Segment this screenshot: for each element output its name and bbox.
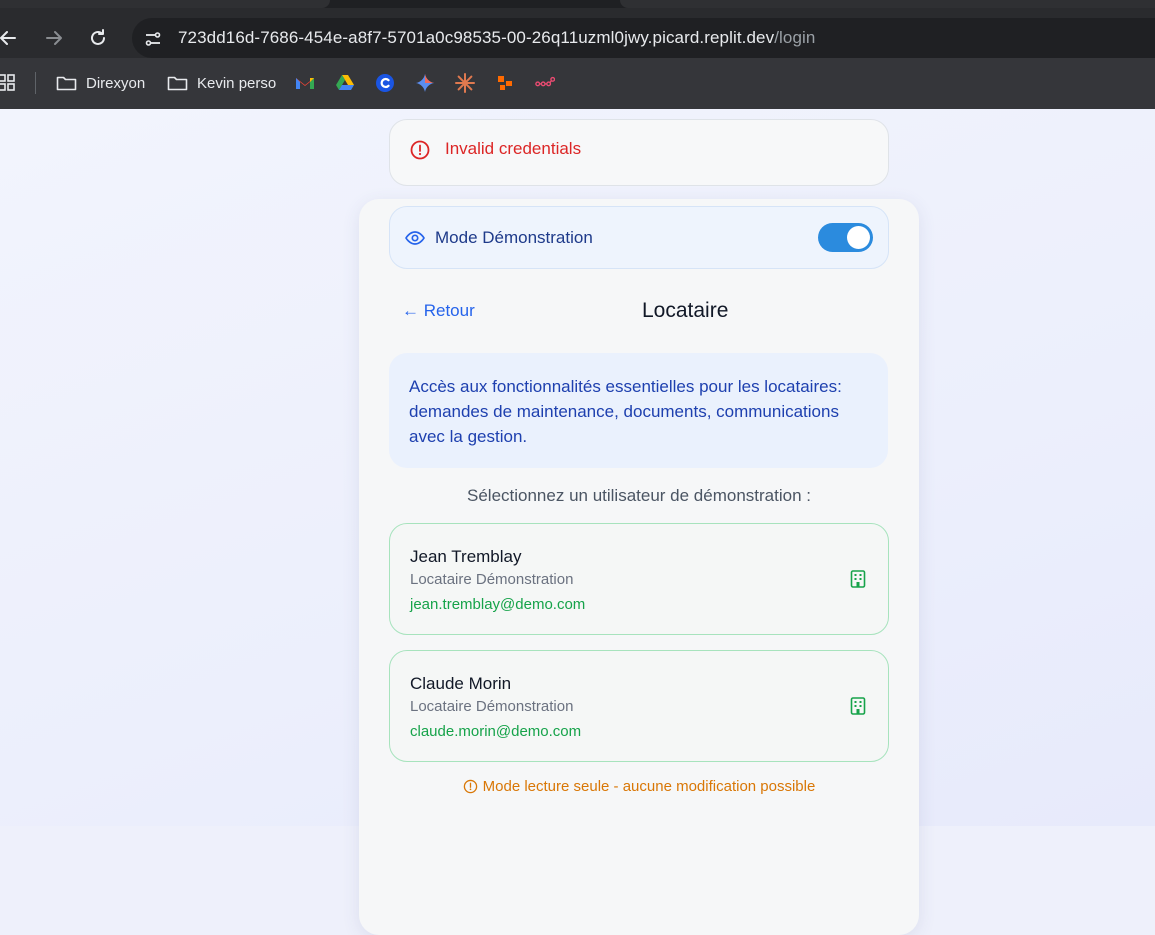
gemini-icon[interactable] [415, 73, 435, 93]
browser-tab[interactable] [620, 0, 1155, 8]
site-info-icon[interactable] [140, 26, 166, 52]
forward-arrow-icon[interactable] [42, 26, 66, 50]
bookmark-label: Kevin perso [197, 74, 277, 92]
browser-tab[interactable] [0, 0, 330, 8]
read-only-notice: Mode lecture seule - aucune modification… [389, 778, 889, 795]
folder-icon [167, 76, 188, 91]
select-user-prompt: Sélectionnez un utilisateur de démonstra… [467, 486, 811, 505]
demo-user-card[interactable]: Jean Tremblay Locataire Démonstration je… [389, 523, 889, 635]
zapier-icon[interactable] [495, 73, 515, 93]
eye-icon [405, 231, 425, 245]
url-path: /login [774, 28, 816, 47]
gmail-icon[interactable] [295, 73, 315, 93]
read-only-text: Mode lecture seule - aucune modification… [482, 778, 816, 795]
back-link[interactable]: ← Retour [402, 301, 475, 321]
user-email: claude.morin@demo.com [410, 723, 582, 740]
demo-user-card[interactable]: Claude Morin Locataire Démonstration cla… [389, 650, 889, 762]
warning-circle-icon [463, 779, 477, 794]
url-host: 723dd16d-7686-454e-a8f7-5701a0c98535-00-… [178, 28, 775, 47]
demo-mode-label: Mode Démonstration [435, 228, 593, 247]
n8n-icon[interactable] [535, 73, 555, 93]
role-description: Accès aux fonctionnalités essentielles p… [409, 377, 842, 446]
user-role: Locataire Démonstration [410, 571, 574, 588]
user-email: jean.tremblay@demo.com [410, 596, 586, 613]
alert-circle-icon [410, 140, 430, 160]
bookmark-folder-kevin-perso[interactable]: Kevin perso [167, 71, 276, 95]
claude-icon[interactable] [455, 73, 475, 93]
bookmark-label: Direxyon [86, 74, 146, 92]
user-name: Claude Morin [410, 674, 512, 693]
apps-grid-icon[interactable] [0, 73, 17, 93]
google-drive-icon[interactable] [335, 73, 355, 93]
building-icon [850, 697, 866, 715]
user-name: Jean Tremblay [410, 547, 522, 566]
role-title: Locataire [642, 299, 729, 322]
folder-icon [56, 76, 77, 91]
back-arrow-icon[interactable] [0, 26, 20, 50]
c-icon[interactable] [375, 73, 395, 93]
bookmark-separator [35, 72, 36, 94]
bookmark-folder-direxyon[interactable]: Direxyon [56, 71, 145, 95]
reload-icon[interactable] [86, 26, 110, 50]
user-role: Locataire Démonstration [410, 698, 574, 715]
url-text[interactable]: 723dd16d-7686-454e-a8f7-5701a0c98535-00-… [178, 28, 815, 48]
error-message: Invalid credentials [445, 139, 582, 158]
building-icon [850, 570, 866, 588]
toggle-knob [847, 226, 870, 249]
demo-mode-toggle[interactable] [818, 223, 873, 252]
